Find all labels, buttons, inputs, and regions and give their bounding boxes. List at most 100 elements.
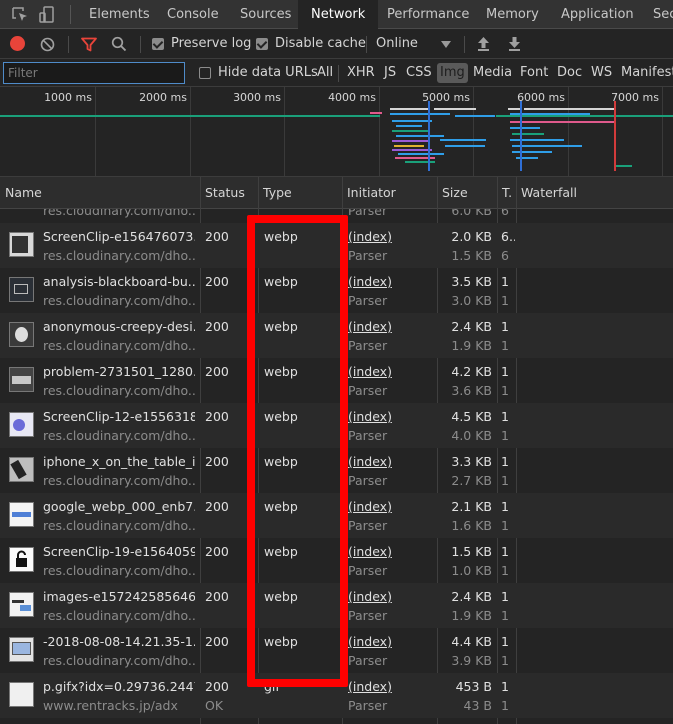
request-initiator-link[interactable]: (index) [348, 274, 436, 290]
column-header-initiator[interactable]: Initiator [342, 177, 437, 209]
request-time: 1 [501, 364, 509, 379]
table-row[interactable]: ScreenClip-19-e1564059... res.cloudinary… [0, 538, 673, 583]
tab-network[interactable]: Network [298, 0, 379, 29]
filter-type-manifest[interactable]: Manifest [621, 59, 673, 87]
clear-button[interactable] [40, 37, 55, 55]
request-status: 200 [205, 409, 229, 424]
request-latency: 1 [501, 518, 509, 533]
request-status: 200 [205, 589, 229, 604]
filter-type-media[interactable]: Media [473, 59, 512, 87]
request-type: webp [264, 589, 298, 604]
table-row[interactable]: analysis-blackboard-bu... res.cloudinary… [0, 268, 673, 313]
request-initiator-link[interactable]: (index) [348, 589, 436, 605]
device-toolbar-icon[interactable] [38, 5, 58, 25]
request-initiator-link[interactable]: (index) [348, 634, 436, 650]
request-initiator-link[interactable]: (index) [348, 229, 436, 245]
request-initiator-link[interactable]: (index) [348, 544, 436, 560]
request-status: 200 [205, 454, 229, 469]
disable-cache-checkbox[interactable] [256, 38, 268, 50]
request-name: images-e157242585646... [43, 589, 195, 604]
throttling-select[interactable]: Online [376, 29, 418, 59]
timeline-gridline [473, 87, 474, 176]
request-latency: 1 [501, 293, 509, 308]
requests-table-header: Name Status Type Initiator Size T. Water… [0, 177, 673, 209]
request-initiator-link[interactable]: (index) [348, 319, 436, 335]
network-toolbar: Preserve log Disable cache Online [0, 29, 673, 59]
table-row[interactable]: images-e157242585646... res.cloudinary.c… [0, 583, 673, 628]
request-initiator-type: Parser [348, 563, 388, 578]
request-domain: res.cloudinary.com/dho... [43, 473, 195, 488]
chevron-down-icon[interactable] [441, 41, 451, 48]
request-initiator-link[interactable]: (index) [348, 499, 436, 515]
request-domain: res.cloudinary.com/dho... [43, 209, 195, 218]
image-thumbnail [9, 277, 34, 302]
inspect-element-icon[interactable] [10, 5, 30, 25]
search-button[interactable] [111, 36, 127, 55]
filter-type-css[interactable]: CSS [406, 59, 432, 87]
request-status: 200 [205, 364, 229, 379]
request-type: webp [264, 499, 298, 514]
request-domain: res.cloudinary.com/dho... [43, 248, 195, 263]
table-row[interactable]: res.cloudinary.com/dho... Parser 6.0 KB … [0, 209, 673, 223]
filter-type-img[interactable]: Img [437, 63, 468, 83]
filter-input[interactable] [3, 62, 185, 84]
request-resource-size: 1.6 KB [451, 518, 492, 533]
table-row[interactable]: google_webp_000_enb7... res.cloudinary.c… [0, 493, 673, 538]
column-header-size[interactable]: Size [437, 177, 497, 209]
filter-type-doc[interactable]: Doc [557, 59, 582, 87]
table-row[interactable]: ScreenClip-12-e1556318... res.cloudinary… [0, 403, 673, 448]
requests-table-body: res.cloudinary.com/dho... Parser 6.0 KB … [0, 209, 673, 724]
column-header-time[interactable]: T. [497, 177, 516, 209]
request-initiator-link[interactable]: (index) [348, 409, 436, 425]
filter-type-xhr[interactable]: XHR [347, 59, 375, 87]
filter-toggle-button[interactable] [81, 37, 97, 55]
request-initiator-link[interactable]: (index) [348, 679, 436, 695]
image-thumbnail [9, 502, 34, 527]
request-size: 1.5 KB [451, 544, 492, 559]
timeline-bar [0, 115, 380, 117]
table-row[interactable]: anonymous-creepy-desi... res.cloudinary.… [0, 313, 673, 358]
tab-sources[interactable]: Sources [228, 0, 303, 29]
tab-memory[interactable]: Memory [474, 0, 551, 29]
record-button[interactable] [10, 36, 25, 51]
request-type: webp [264, 319, 298, 334]
tab-elements[interactable]: Elements [77, 0, 162, 29]
tab-performance[interactable]: Performance [375, 0, 481, 29]
export-har-button[interactable] [507, 36, 522, 55]
lock-icon [16, 550, 27, 567]
network-overview-timeline[interactable]: 1000 ms 2000 ms 3000 ms 4000 ms 5000 ms … [0, 87, 673, 177]
table-row[interactable]: iphone_x_on_the_table_i... res.cloudinar… [0, 448, 673, 493]
request-initiator-link[interactable]: (index) [348, 454, 436, 470]
table-row[interactable]: ScreenClip-e156476073... res.cloudinary.… [0, 223, 673, 268]
tab-console[interactable]: Console [155, 0, 231, 29]
request-domain: res.cloudinary.com/dho... [43, 653, 195, 668]
request-name: problem-2731501_1280... [43, 364, 195, 379]
preserve-log-checkbox[interactable] [152, 38, 164, 50]
request-size: 4.2 KB [451, 364, 492, 379]
request-size: 3.3 KB [451, 454, 492, 469]
toolbar-separator [140, 36, 141, 53]
request-latency: 6 [501, 248, 509, 263]
hide-data-urls-checkbox[interactable] [199, 67, 211, 79]
upload-icon [478, 37, 489, 51]
request-resource-size: 6.0 KB [451, 209, 492, 218]
request-latency: 1 [501, 338, 509, 353]
tab-application[interactable]: Application [549, 0, 646, 29]
table-row[interactable]: p.gifx?idx=0.29736.2447... www.rentracks… [0, 673, 673, 718]
request-initiator-link[interactable]: (index) [348, 364, 436, 380]
request-time: 1 [501, 319, 509, 334]
column-header-waterfall[interactable]: Waterfall [516, 177, 673, 209]
request-name: ScreenClip-e156476073... [43, 229, 195, 244]
import-har-button[interactable] [476, 36, 491, 55]
tab-security[interactable]: Sec [641, 0, 673, 29]
request-status: 200 [205, 499, 229, 514]
filter-type-js[interactable]: JS [384, 59, 396, 87]
table-row[interactable]: -2018-08-08-14.21.35-1... res.cloudinary… [0, 628, 673, 673]
filter-type-ws[interactable]: WS [591, 59, 612, 87]
filter-type-font[interactable]: Font [520, 59, 548, 87]
column-header-name[interactable]: Name [0, 177, 200, 209]
column-header-type[interactable]: Type [258, 177, 342, 209]
column-header-status[interactable]: Status [200, 177, 258, 209]
filter-type-all[interactable]: All [317, 59, 333, 87]
table-row[interactable]: problem-2731501_1280... res.cloudinary.c… [0, 358, 673, 403]
